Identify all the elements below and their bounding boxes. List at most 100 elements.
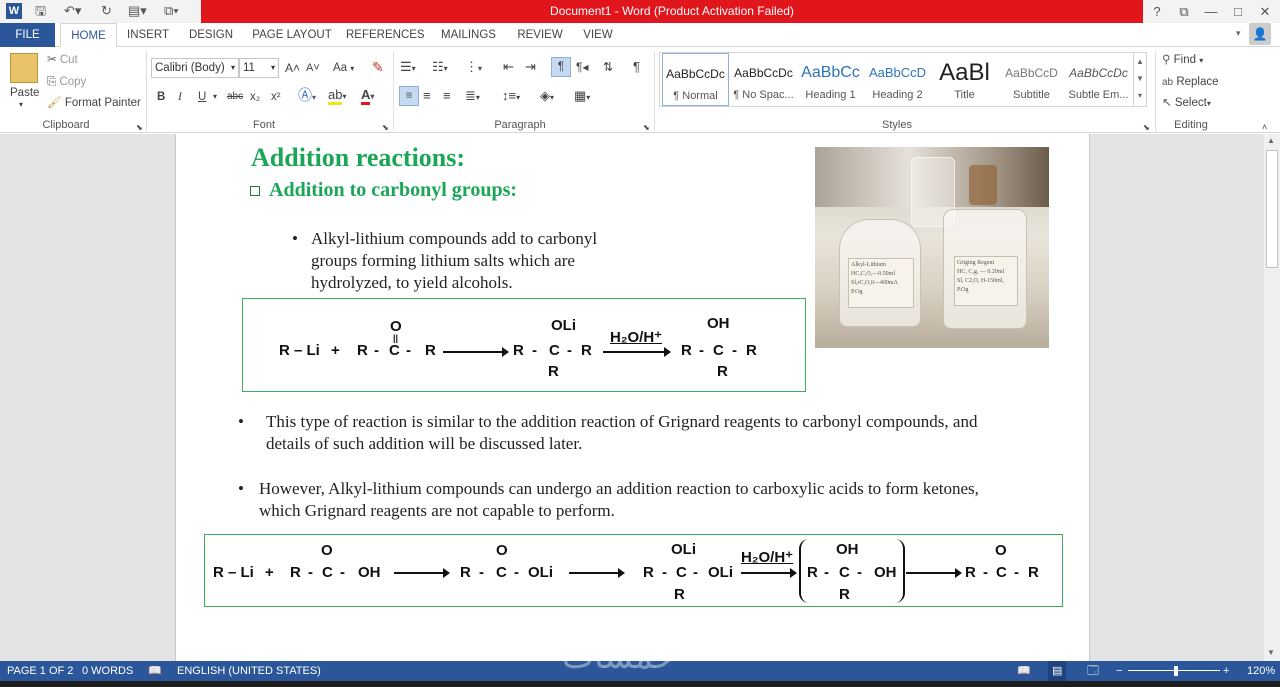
italic-button[interactable]: I — [178, 89, 182, 105]
tab-design[interactable]: DESIGN — [184, 23, 238, 47]
paste-button[interactable]: Paste — [10, 85, 39, 101]
web-layout-icon[interactable]: 🗔 — [1087, 661, 1099, 681]
paste-dropdown-icon[interactable]: ▾ — [19, 97, 23, 113]
chevron-down-icon: ▾ — [230, 63, 235, 72]
sort-icon[interactable]: ⇅ — [603, 59, 613, 75]
tab-review[interactable]: REVIEW — [514, 23, 566, 47]
align-right-icon[interactable]: ≡ — [443, 88, 451, 104]
scroll-down-icon[interactable]: ▼ — [1267, 648, 1275, 657]
rxn-reagent: H₂O/H⁺ — [741, 549, 794, 566]
quick-print-icon[interactable]: ▤▾ — [128, 2, 147, 20]
rtl-direction-icon[interactable]: ¶◂ — [576, 59, 588, 75]
bold-button[interactable]: B — [157, 89, 165, 105]
ribbon-display-options-button[interactable]: ⧉ — [1172, 0, 1196, 23]
subscript-button[interactable]: x₂ — [250, 89, 260, 105]
format-painter-button[interactable]: 🖌 Format Painter — [47, 95, 141, 111]
styles-scroll[interactable]: ▲ ▼ ▾ — [1133, 53, 1146, 106]
ltr-direction-icon[interactable]: ¶ — [551, 57, 571, 77]
chevron-down-icon[interactable]: ▾ — [213, 89, 217, 105]
copy-button[interactable]: ⎘ Copy — [47, 74, 86, 90]
replace-label: Replace — [1176, 76, 1219, 88]
font-size-select[interactable]: 11 ▾ — [239, 58, 279, 78]
text-effects-icon[interactable]: Ⓐ▾ — [298, 87, 316, 106]
multilevel-list-icon[interactable]: ⋮▾ — [465, 59, 482, 77]
print-layout-icon[interactable]: ▤ — [1048, 661, 1067, 681]
tab-references[interactable]: REFERENCES — [346, 23, 425, 47]
scissors-icon: ✂ — [47, 54, 57, 66]
save-icon[interactable]: 🖫 — [35, 2, 46, 20]
tab-page-layout[interactable]: PAGE LAYOUT — [251, 23, 333, 47]
select-button[interactable]: ↖ Select▾ — [1162, 95, 1211, 112]
shrink-font-button[interactable]: A˅ — [306, 60, 320, 76]
numbering-icon[interactable]: ☷▾ — [432, 59, 448, 77]
highlight-icon[interactable]: ab▾ — [328, 87, 346, 105]
zoom-in-icon[interactable]: + — [1223, 661, 1229, 681]
style-heading-1[interactable]: AaBbCc Heading 1 — [797, 53, 864, 106]
strikethrough-button[interactable]: abc — [227, 89, 243, 105]
justify-icon[interactable]: ≣▾ — [465, 88, 480, 106]
rxn-dash: - — [567, 342, 572, 359]
cut-button[interactable]: ✂ Cut — [47, 52, 78, 68]
paste-icon[interactable] — [10, 53, 38, 83]
grow-font-button[interactable]: A˄ — [285, 60, 300, 76]
find-button[interactable]: ⚲ Find ▾ — [1162, 52, 1203, 69]
rxn-plus: + — [331, 342, 340, 359]
document-page[interactable]: Addition reactions: Addition to carbonyl… — [175, 134, 1090, 661]
tab-file[interactable]: FILE — [0, 23, 55, 47]
clear-formatting-icon[interactable]: ✎ — [372, 59, 384, 75]
page-count[interactable]: PAGE 1 OF 2 — [7, 661, 73, 681]
style-no-spacing[interactable]: AaBbCcDc ¶ No Spac... — [730, 53, 797, 106]
read-mode-icon[interactable]: 📖 — [1017, 661, 1031, 681]
zoom-level[interactable]: 120% — [1247, 661, 1275, 681]
decrease-indent-icon[interactable]: ⇤ — [503, 59, 514, 75]
font-color-icon[interactable]: A▾ — [361, 87, 374, 105]
rxn-dash: - — [824, 564, 829, 581]
account-dropdown-icon[interactable]: ▾ — [1236, 28, 1241, 39]
style-subtle-emphasis[interactable]: AaBbCcDc Subtle Em... — [1065, 53, 1132, 106]
collapse-ribbon-icon[interactable]: ˄ — [1262, 119, 1267, 135]
maximize-button[interactable]: □ — [1226, 0, 1250, 23]
style-subtitle[interactable]: AaBbCcD Subtitle — [998, 53, 1065, 106]
style-title[interactable]: AaBl Title — [931, 53, 998, 106]
increase-indent-icon[interactable]: ⇥ — [525, 59, 536, 75]
redo-icon[interactable]: ↻ — [101, 2, 112, 20]
tab-home[interactable]: HOME — [60, 23, 117, 48]
account-avatar[interactable]: 👤 — [1249, 23, 1271, 45]
proofing-icon[interactable]: 📖 — [148, 661, 162, 681]
tab-view[interactable]: VIEW — [578, 23, 618, 47]
style-normal[interactable]: AaBbCcDc ¶ Normal — [662, 53, 729, 106]
bullet3-line1: However, Alkyl-lithium compounds can und… — [259, 479, 979, 498]
zoom-slider-thumb[interactable] — [1174, 666, 1178, 676]
underline-button[interactable]: U — [198, 89, 206, 105]
bullets-icon[interactable]: ☰▾ — [400, 59, 416, 77]
tab-mailings[interactable]: MAILINGS — [437, 23, 500, 47]
borders-icon[interactable]: ▦▾ — [574, 88, 590, 106]
word-count[interactable]: 0 WORDS — [82, 661, 133, 681]
align-center-icon[interactable]: ≡ — [423, 88, 431, 104]
vertical-scrollbar[interactable]: ▲ ▼ — [1264, 134, 1280, 661]
style-heading-2[interactable]: AaBbCcD Heading 2 — [864, 53, 931, 106]
superscript-button[interactable]: x² — [271, 89, 281, 105]
font-name-select[interactable]: Calibri (Body) ▾ — [151, 58, 239, 78]
word-app-icon[interactable]: W — [6, 3, 22, 19]
line-spacing-icon[interactable]: ↕≡▾ — [502, 88, 520, 106]
shading-icon[interactable]: ◈▾ — [540, 88, 554, 106]
help-button[interactable]: ? — [1145, 0, 1169, 23]
scroll-up-icon[interactable]: ▲ — [1267, 136, 1275, 145]
zoom-out-icon[interactable]: − — [1116, 661, 1122, 681]
tab-insert[interactable]: INSERT — [124, 23, 172, 47]
minimize-button[interactable]: — — [1199, 0, 1223, 23]
undo-icon[interactable]: ↶▾ — [64, 2, 81, 20]
show-marks-icon[interactable]: ¶ — [633, 59, 640, 75]
align-left-icon[interactable]: ≡ — [399, 86, 419, 106]
close-button[interactable]: ✕ — [1253, 0, 1277, 23]
bullet1-line3: hydrolyzed, to yield alcohols. — [311, 273, 513, 292]
change-case-button[interactable]: Aa ▾ — [333, 60, 354, 77]
touch-mode-icon[interactable]: ⧉▾ — [164, 2, 179, 20]
replace-button[interactable]: ab Replace — [1162, 74, 1219, 91]
rxn-dash: - — [406, 342, 411, 359]
scroll-thumb[interactable] — [1266, 150, 1278, 268]
reaction-scheme-2: R – Li + R - O C - OH R - O C - OLi R - … — [204, 534, 1063, 607]
rxn-r: R — [460, 564, 471, 581]
language-indicator[interactable]: ENGLISH (UNITED STATES) — [177, 661, 321, 681]
